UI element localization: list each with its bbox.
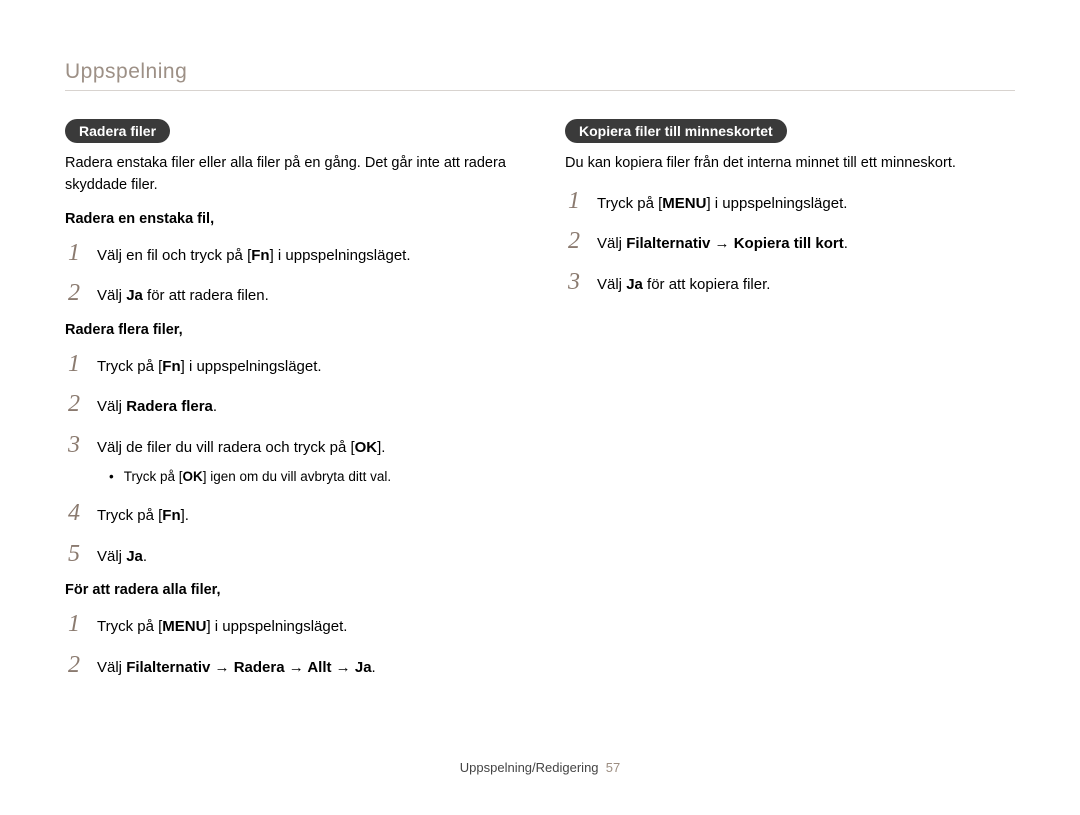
step-text: Tryck på [MENU] i uppspelningsläget. bbox=[97, 616, 347, 639]
step-item: 2 Välj Radera flera. bbox=[65, 392, 515, 419]
step-text: Välj Radera flera. bbox=[97, 396, 217, 419]
step-item: 1 Tryck på [Fn] i uppspelningsläget. bbox=[65, 352, 515, 379]
step-number: 2 bbox=[565, 229, 583, 253]
step-text: Välj de filer du vill radera och tryck p… bbox=[97, 437, 385, 460]
subtitle-delete-all: För att radera alla filer, bbox=[65, 582, 515, 598]
left-column: Radera filer Radera enstaka filer eller … bbox=[65, 119, 515, 693]
step-number: 1 bbox=[565, 189, 583, 213]
subtitle-delete-single: Radera en enstaka fil, bbox=[65, 211, 515, 227]
step-number: 5 bbox=[65, 542, 83, 566]
step-number: 1 bbox=[65, 241, 83, 265]
step-item: 4 Tryck på [Fn]. bbox=[65, 501, 515, 528]
sub-bullet-text: Tryck på [OK] igen om du vill avbryta di… bbox=[124, 467, 391, 487]
step-text: Välj Ja för att kopiera filer. bbox=[597, 274, 770, 297]
step-item: 1 Tryck på [MENU] i uppspelningsläget. bbox=[565, 189, 1015, 216]
footer-label: Uppspelning/Redigering bbox=[460, 760, 599, 775]
step-number: 2 bbox=[65, 392, 83, 416]
step-item: 3 Välj de filer du vill radera och tryck… bbox=[65, 433, 515, 460]
step-text: Välj Filalternativ → Kopiera till kort. bbox=[597, 233, 848, 256]
right-column: Kopiera filer till minneskortet Du kan k… bbox=[565, 119, 1015, 693]
steps-delete-all: 1 Tryck på [MENU] i uppspelningsläget. 2… bbox=[65, 612, 515, 679]
step-text: Tryck på [Fn]. bbox=[97, 505, 189, 528]
pill-copy-files: Kopiera filer till minneskortet bbox=[565, 119, 787, 143]
copy-intro: Du kan kopiera filer från det interna mi… bbox=[565, 153, 1015, 175]
step-number: 3 bbox=[65, 433, 83, 457]
subtitle-delete-multiple: Radera flera filer, bbox=[65, 322, 515, 338]
step-number: 1 bbox=[65, 612, 83, 636]
step-item: 1 Tryck på [MENU] i uppspelningsläget. bbox=[65, 612, 515, 639]
step-text: Välj en fil och tryck på [Fn] i uppspeln… bbox=[97, 245, 411, 268]
content-columns: Radera filer Radera enstaka filer eller … bbox=[65, 119, 1015, 693]
steps-delete-multiple: 1 Tryck på [Fn] i uppspelningsläget. 2 V… bbox=[65, 352, 515, 460]
step-item: 5 Välj Ja. bbox=[65, 542, 515, 569]
step-text: Tryck på [Fn] i uppspelningsläget. bbox=[97, 356, 322, 379]
step-number: 1 bbox=[65, 352, 83, 376]
section-header: Uppspelning bbox=[65, 60, 1015, 91]
steps-delete-multiple-cont: 4 Tryck på [Fn]. 5 Välj Ja. bbox=[65, 501, 515, 568]
step-item: 3 Välj Ja för att kopiera filer. bbox=[565, 270, 1015, 297]
step-number: 2 bbox=[65, 281, 83, 305]
step-item: 1 Välj en fil och tryck på [Fn] i uppspe… bbox=[65, 241, 515, 268]
steps-copy: 1 Tryck på [MENU] i uppspelningsläget. 2… bbox=[565, 189, 1015, 297]
step-text: Välj Ja. bbox=[97, 546, 147, 569]
step-number: 2 bbox=[65, 653, 83, 677]
step-item: 2 Välj Filalternativ → Radera → Allt → J… bbox=[65, 653, 515, 680]
steps-delete-single: 1 Välj en fil och tryck på [Fn] i uppspe… bbox=[65, 241, 515, 308]
step-text: Välj Filalternativ → Radera → Allt → Ja. bbox=[97, 657, 376, 680]
sub-bullet: Tryck på [OK] igen om du vill avbryta di… bbox=[109, 467, 515, 487]
step-text: Tryck på [MENU] i uppspelningsläget. bbox=[597, 193, 847, 216]
step-item: 2 Välj Filalternativ → Kopiera till kort… bbox=[565, 229, 1015, 256]
step-number: 4 bbox=[65, 501, 83, 525]
page-number: 57 bbox=[606, 760, 620, 775]
step-item: 2 Välj Ja för att radera filen. bbox=[65, 281, 515, 308]
step-text: Välj Ja för att radera filen. bbox=[97, 285, 269, 308]
pill-delete-files: Radera filer bbox=[65, 119, 170, 143]
delete-intro: Radera enstaka filer eller alla filer på… bbox=[65, 153, 515, 197]
page-footer: Uppspelning/Redigering 57 bbox=[0, 760, 1080, 775]
step-number: 3 bbox=[565, 270, 583, 294]
